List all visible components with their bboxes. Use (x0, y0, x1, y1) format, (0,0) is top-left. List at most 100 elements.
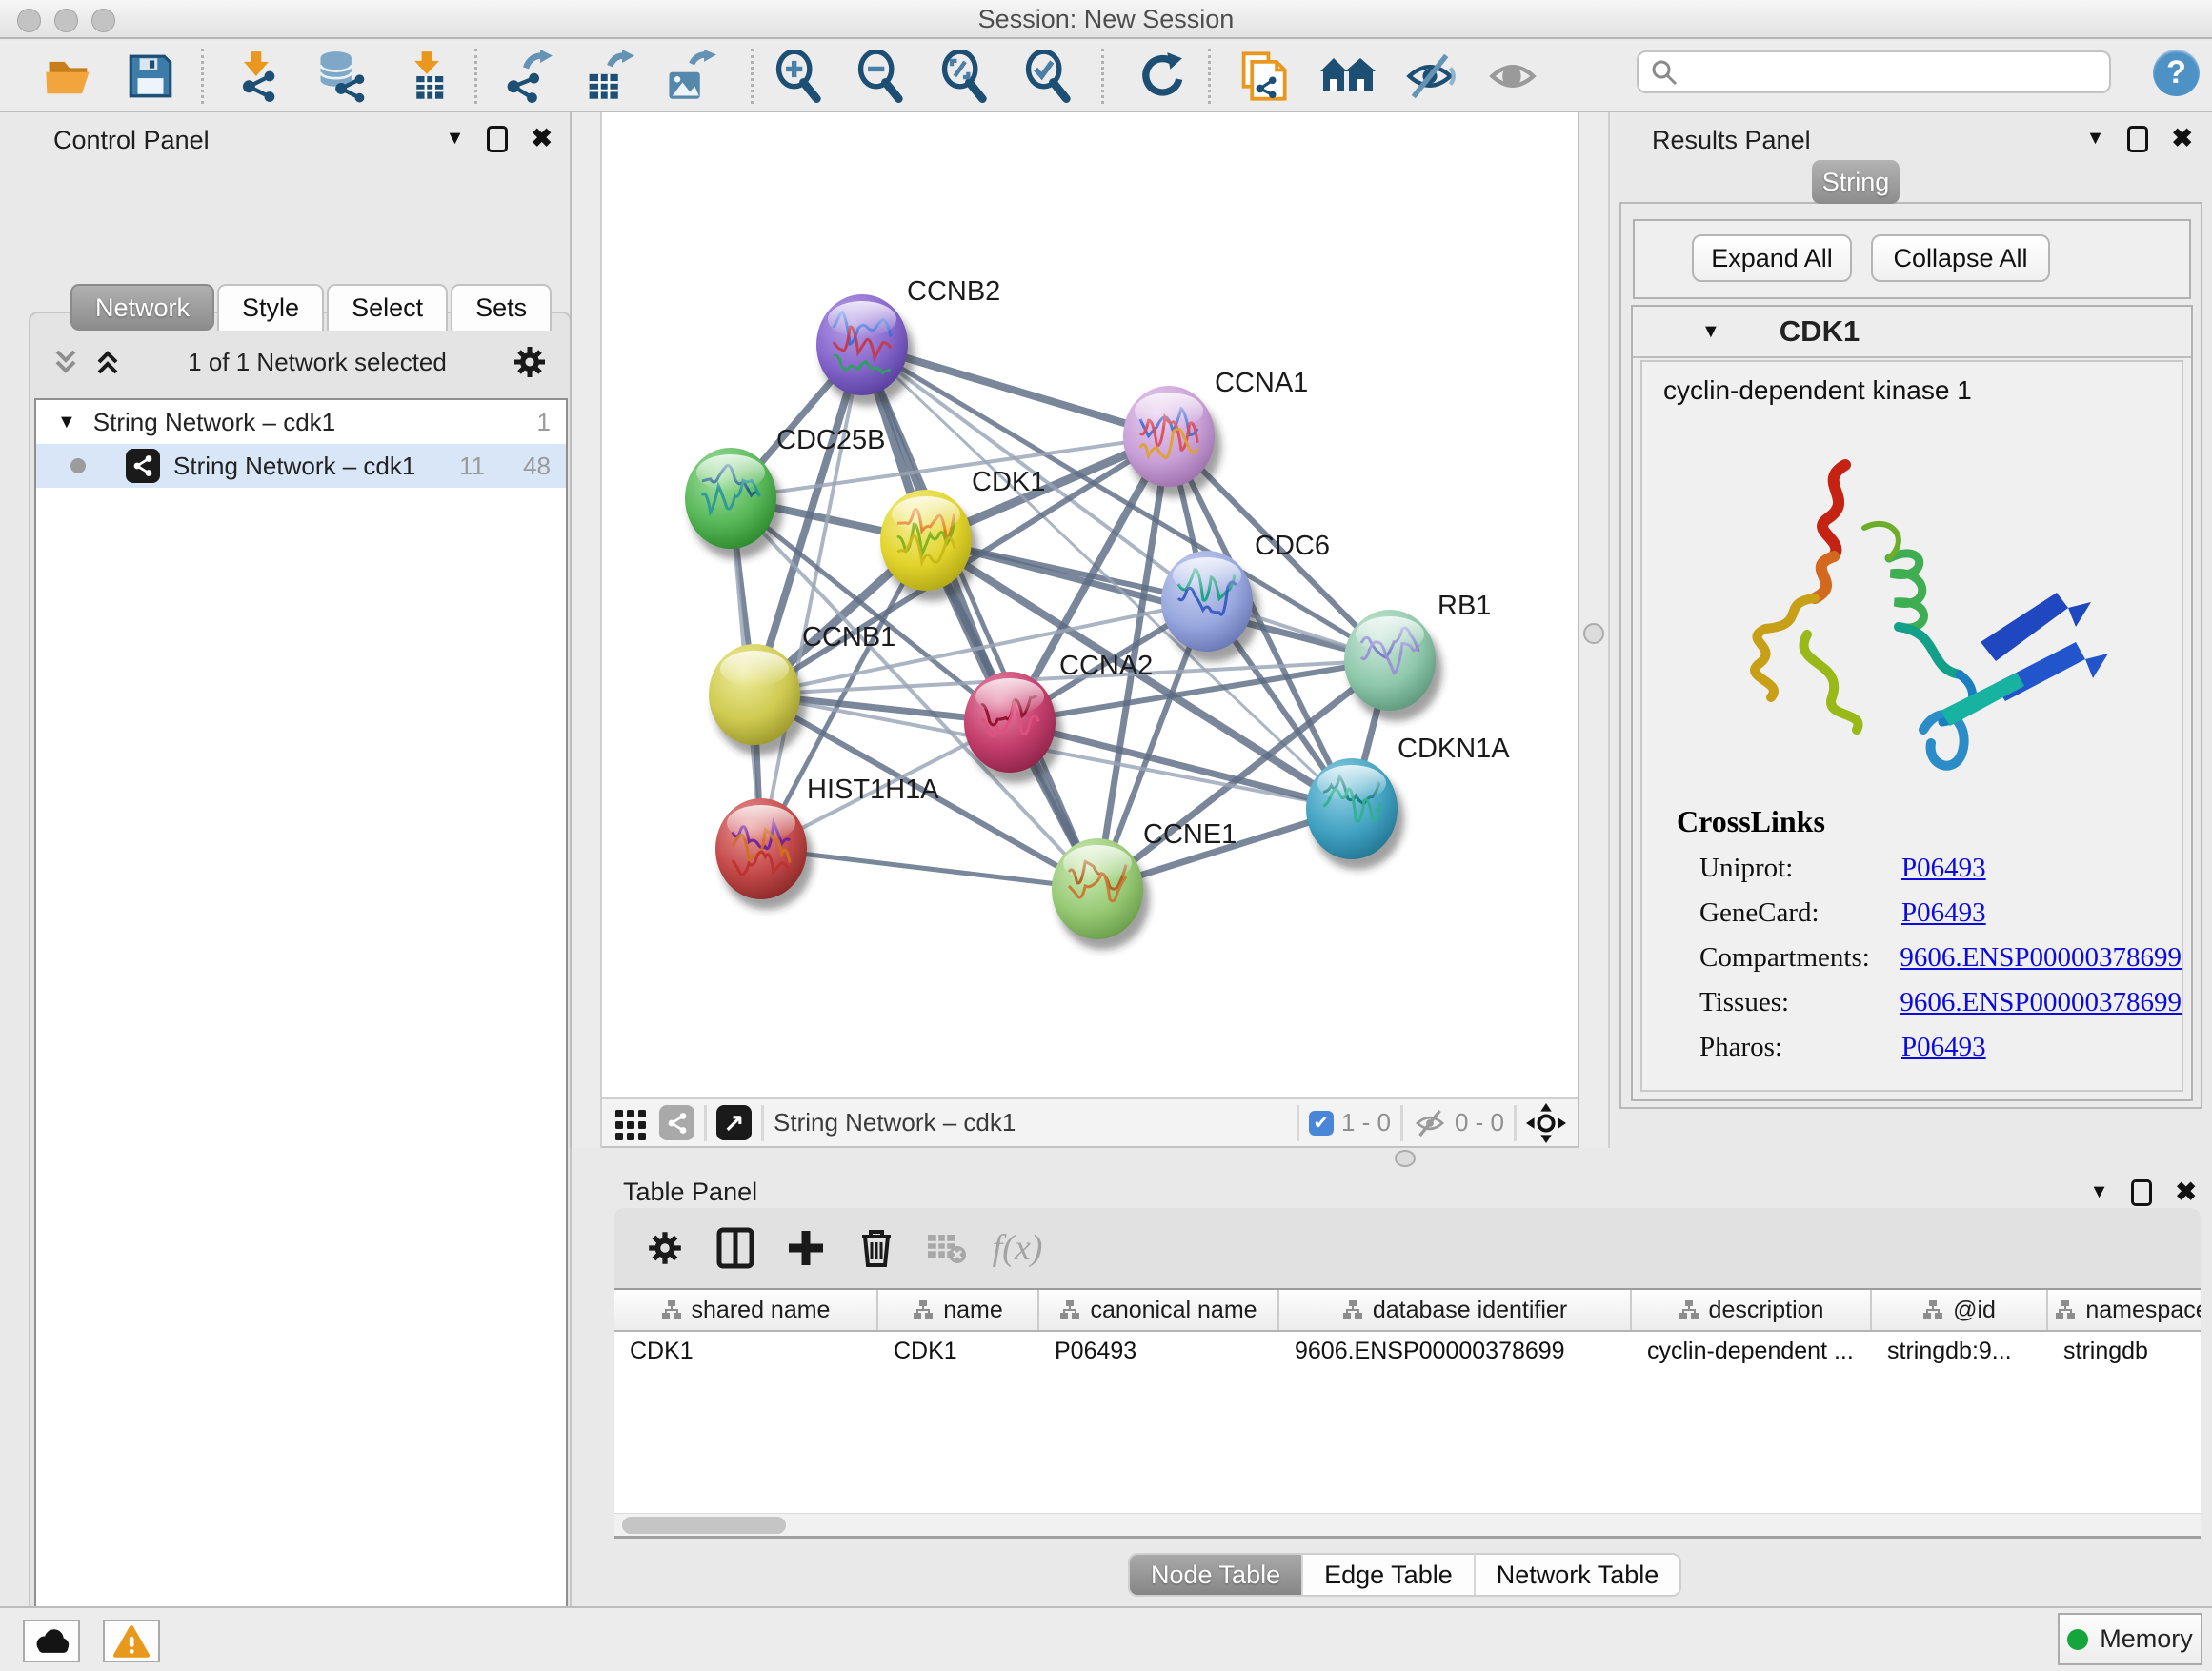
crosslink-link[interactable]: 9606.ENSP00000378699 (1900, 942, 2182, 974)
network-snapshot-button[interactable] (1232, 49, 1293, 104)
node-label-CCNB2: CCNB2 (907, 276, 1000, 307)
tab-node-table[interactable]: Node Table (1130, 1555, 1303, 1595)
scrollbar-thumb[interactable] (622, 1517, 786, 1534)
crosslink-link[interactable]: P06493 (1901, 897, 1986, 929)
import-network-button[interactable] (227, 49, 288, 104)
column-header-description[interactable]: description (1632, 1290, 1872, 1330)
control-panel: Control Panel ▼ ✖ NetworkStyleSelectSets… (8, 112, 570, 1601)
table-settings-button[interactable] (630, 1228, 700, 1268)
tab-network-table[interactable]: Network Table (1476, 1555, 1680, 1595)
crosslink-row: Pharos:P06493 (1699, 1032, 2182, 1063)
network-canvas[interactable]: CCNB2CCNA1CDC25BCDK1CDC6RB1CCNB1CCNA2CDK… (602, 112, 1578, 1097)
column-header-name[interactable]: name (878, 1290, 1039, 1330)
panel-float-icon[interactable] (487, 126, 508, 152)
zoom-out-button[interactable] (850, 49, 911, 104)
cloud-status-button[interactable] (23, 1620, 80, 1662)
tab-select[interactable]: Select (327, 284, 448, 331)
toolbar-separator (1297, 1105, 1299, 1141)
open-in-browser-icon[interactable]: ↗ (716, 1105, 752, 1140)
tab-string[interactable]: String (1812, 160, 1900, 204)
hide-selected-button[interactable] (1399, 49, 1460, 104)
hidden-node-edge-count: 0 - 0 (1455, 1108, 1504, 1137)
open-session-button[interactable] (38, 49, 99, 104)
warnings-button[interactable] (103, 1620, 160, 1662)
table-panel-splitter[interactable] (602, 1148, 2212, 1172)
collapse-all-chevrons-icon[interactable] (50, 346, 82, 378)
memory-button[interactable]: Memory (2058, 1613, 2202, 1665)
crosslink-link[interactable]: P06493 (1901, 1032, 1986, 1063)
node-gloss-highlight (892, 496, 960, 533)
table-cell[interactable]: P06493 (1039, 1332, 1279, 1372)
apply-layout-button[interactable] (1130, 49, 1191, 104)
collapse-all-button[interactable]: Collapse All (1871, 234, 2050, 282)
save-session-button[interactable] (120, 49, 181, 104)
panel-close-icon[interactable]: ✖ (531, 124, 553, 153)
zoom-selected-button[interactable] (1017, 49, 1078, 104)
left-panel-splitter[interactable] (570, 112, 602, 1148)
hidden-eye-icon[interactable] (1413, 1107, 1447, 1139)
column-header-database-identifier[interactable]: database identifier (1279, 1290, 1632, 1330)
expand-all-chevrons-icon[interactable] (91, 346, 124, 378)
column-header-shared-name[interactable]: shared name (614, 1290, 878, 1330)
import-network-from-database-button[interactable] (310, 49, 371, 104)
panel-menu-icon[interactable]: ▼ (2090, 1181, 2109, 1203)
column-header-namespace[interactable]: namespace (2048, 1290, 2201, 1330)
table-cell[interactable]: 9606.ENSP00000378699 (1279, 1332, 1632, 1372)
selected-checkbox-icon[interactable]: ✔ (1309, 1111, 1334, 1136)
export-image-button[interactable] (659, 49, 720, 104)
table-cell[interactable]: cyclin-dependent ... (1632, 1332, 1872, 1372)
network-list-header: 1 of 1 Network selected (36, 333, 562, 391)
network-edge-CCNB2-CCNE1[interactable] (862, 345, 1097, 889)
help-button[interactable]: ? (2153, 50, 2200, 96)
show-columns-button[interactable] (700, 1227, 771, 1269)
expand-all-button[interactable]: Expand All (1692, 234, 1852, 282)
node-gloss-highlight (720, 651, 789, 687)
table-horizontal-scrollbar[interactable] (614, 1513, 2201, 1537)
table-cell[interactable]: stringdb (2048, 1332, 2201, 1372)
table-row[interactable]: CDK1CDK1P064939606.ENSP00000378699cyclin… (614, 1332, 2201, 1372)
column-header--id[interactable]: @id (1872, 1290, 2048, 1330)
crosslink-link[interactable]: P06493 (1901, 853, 1986, 884)
panel-close-icon[interactable]: ✖ (2175, 1178, 2197, 1207)
search-input[interactable] (1688, 56, 2092, 88)
column-header-canonical-name[interactable]: canonical name (1039, 1290, 1279, 1330)
toolbar-separator (704, 1105, 707, 1141)
panel-float-icon[interactable] (2127, 126, 2148, 152)
tab-edge-table[interactable]: Edge Table (1303, 1555, 1476, 1595)
toolbar-separator (1208, 49, 1211, 104)
table-cell[interactable]: CDK1 (878, 1332, 1039, 1372)
panel-menu-icon[interactable]: ▼ (2086, 128, 2105, 150)
panel-float-icon[interactable] (2131, 1179, 2152, 1206)
crosslink-link[interactable]: 9606.ENSP00000378699 (1900, 987, 2182, 1018)
network-row-selected[interactable]: String Network – cdk1 11 48 (36, 444, 566, 488)
gene-section-header[interactable]: ▼ CDK1 (1633, 307, 2191, 358)
panel-close-icon[interactable]: ✖ (2171, 124, 2193, 153)
network-collection-row[interactable]: ▼ String Network – cdk1 1 (36, 400, 566, 444)
add-column-button[interactable] (771, 1227, 841, 1269)
table-cell[interactable]: stringdb:9... (1872, 1332, 2048, 1372)
gear-icon[interactable] (511, 343, 549, 381)
panel-menu-icon[interactable]: ▼ (446, 128, 465, 150)
export-table-button[interactable] (577, 49, 638, 104)
tab-sets[interactable]: Sets (451, 284, 552, 331)
tab-style[interactable]: Style (217, 284, 324, 331)
tab-network[interactable]: Network (70, 284, 214, 331)
table-cell[interactable]: CDK1 (614, 1332, 878, 1372)
zoom-in-button[interactable] (768, 49, 829, 104)
node-label-CCNA2: CCNA2 (1059, 651, 1153, 681)
splitter-handle[interactable] (1583, 623, 1604, 644)
tree-expander-icon[interactable]: ▼ (57, 412, 76, 433)
import-table-button[interactable] (396, 49, 457, 104)
zoom-fit-button[interactable] (934, 49, 995, 104)
warning-icon (113, 1624, 150, 1659)
section-expander-icon[interactable]: ▼ (1701, 321, 1720, 343)
birds-eye-button[interactable] (1317, 49, 1378, 104)
export-network-button[interactable] (495, 49, 556, 104)
pan-crosshair-icon[interactable] (1526, 1103, 1566, 1143)
network-edge-CCNB2-HIST1H1A[interactable] (761, 345, 862, 849)
splitter-handle[interactable] (1395, 1150, 1416, 1167)
delete-column-button[interactable] (841, 1227, 912, 1269)
right-panel-splitter[interactable] (1578, 112, 1610, 1148)
show-all-button[interactable] (1482, 49, 1543, 104)
grid-view-icon[interactable] (613, 1106, 648, 1140)
